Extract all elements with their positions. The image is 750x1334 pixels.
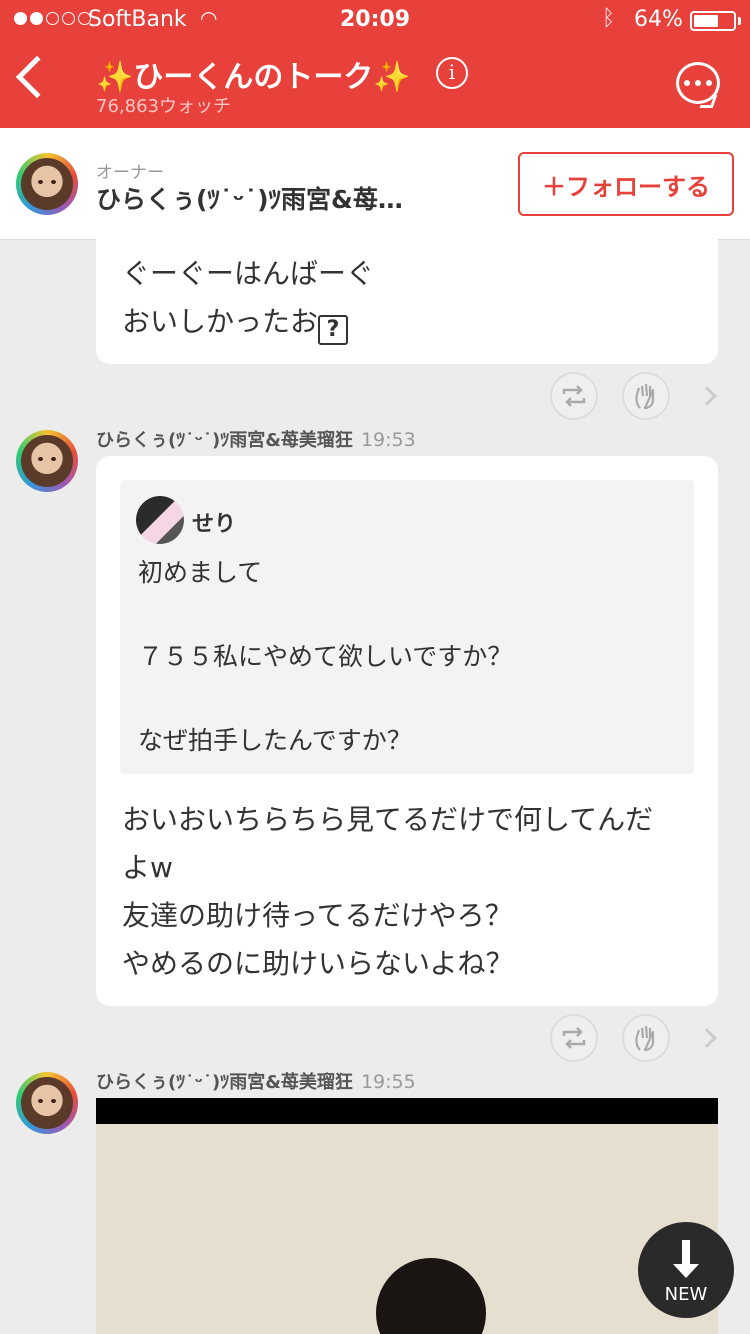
- app-header: SoftBank ◠ 20:09 ᛒ 64% ✨ひーくんのトーク✨ 76,863…: [0, 0, 750, 128]
- retweet-icon[interactable]: [550, 1014, 598, 1062]
- chat-bubble-icon[interactable]: [676, 62, 720, 104]
- follow-button[interactable]: ＋フォローする: [518, 152, 734, 216]
- quoted-message[interactable]: せり 初めまして ７５５私にやめて欲しいですか？ なぜ拍手したんですか？: [120, 480, 694, 774]
- owner-bar: オーナー ひらくぅ(ﾂ˙ᵕ˙)ﾂ雨宮&苺… ＋フォローする: [0, 128, 750, 240]
- message-line: おいおいちらちら見てるだけで何してんだ: [122, 803, 654, 836]
- message-line: 友達の助け待ってるだけやろ？: [122, 899, 513, 932]
- quote-text: 初めまして ７５５私にやめて欲しいですか？ なぜ拍手したんですか？: [138, 558, 513, 755]
- video-thumbnail[interactable]: [96, 1098, 718, 1334]
- author-avatar[interactable]: [16, 1072, 78, 1134]
- message-author: ひらくぅ(ﾂ˙ᵕ˙)ﾂ雨宮&苺美瑠狂 19:55: [96, 1071, 416, 1093]
- message-bubble: せり 初めまして ７５５私にやめて欲しいですか？ なぜ拍手したんですか？ おいお…: [96, 456, 718, 1006]
- bluetooth-icon: ᛒ: [602, 6, 616, 31]
- talk-title: ✨ひーくんのトーク✨: [96, 60, 411, 95]
- quote-author: せり: [192, 512, 237, 537]
- chevron-right-icon[interactable]: [697, 386, 717, 406]
- message-line: よw: [122, 851, 173, 884]
- owner-avatar[interactable]: [16, 153, 78, 215]
- clap-icon[interactable]: [622, 1014, 670, 1062]
- battery-percent: 64%: [634, 7, 683, 32]
- retweet-icon[interactable]: [550, 372, 598, 420]
- message-line: やめるのに助けいらないよね？: [122, 947, 514, 980]
- author-avatar[interactable]: [16, 430, 78, 492]
- chevron-right-icon[interactable]: [697, 1028, 717, 1048]
- message-body: おいおいちらちら見てるだけで何してんだ よw 友達の助け待ってるだけやろ？ やめ…: [122, 796, 712, 988]
- new-messages-button[interactable]: NEW: [638, 1222, 734, 1318]
- status-bar: SoftBank ◠ 20:09 ᛒ 64%: [0, 0, 750, 40]
- battery-icon: [690, 11, 736, 31]
- new-label: NEW: [664, 1284, 708, 1305]
- message-bubble: ぐーぐーはんばーぐ おいしかったお?: [96, 232, 718, 364]
- message-time: 19:53: [360, 429, 416, 451]
- clap-icon[interactable]: [622, 372, 670, 420]
- unknown-emoji-icon: ?: [318, 315, 349, 345]
- owner-name[interactable]: ひらくぅ(ﾂ˙ᵕ˙)ﾂ雨宮&苺…: [96, 180, 403, 216]
- watch-count: 76,863ウォッチ: [96, 96, 231, 117]
- message-line: ぐーぐーはんばーぐ: [122, 257, 375, 290]
- message-line: おいしかったお?: [122, 298, 694, 346]
- video-subject: [376, 1258, 486, 1334]
- quote-avatar: [136, 496, 184, 544]
- info-icon[interactable]: i: [436, 57, 468, 89]
- message-time: 19:55: [360, 1071, 416, 1093]
- back-icon[interactable]: [15, 55, 59, 99]
- message-author: ひらくぅ(ﾂ˙ᵕ˙)ﾂ雨宮&苺美瑠狂 19:53: [96, 429, 416, 451]
